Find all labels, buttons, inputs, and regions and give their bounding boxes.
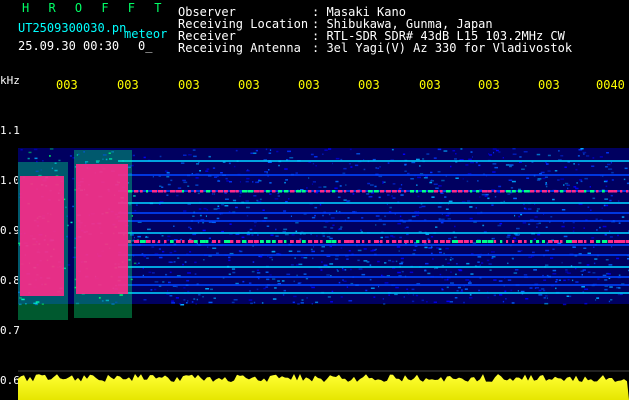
time-tick: 003 [117, 78, 139, 92]
spectrogram [18, 148, 629, 400]
level-bar [18, 374, 629, 400]
time-tick: 0040 [596, 78, 625, 92]
freq-tick-label: 1.0 [0, 174, 20, 187]
field-label-antenna: Receiving Antenna [178, 41, 301, 55]
filename-label: UT2509300030.pn [18, 21, 127, 35]
meteor-bursts [18, 150, 132, 320]
freq-tick-label: 0.7 [0, 324, 20, 337]
field-value-antenna: : 3el Yagi(V) Az 330 for Vladivostok [312, 41, 573, 55]
axis-unit-label: kHz [0, 74, 20, 87]
time-tick: 003 [298, 78, 320, 92]
freq-tick-label: 0.8 [0, 274, 20, 287]
freq-tick-label: 1.1 [0, 124, 20, 137]
freq-tick-label: 0.6 [0, 374, 20, 387]
time-tick: 003 [419, 78, 441, 92]
time-tick: 003 [178, 78, 200, 92]
time-tick: 003 [238, 78, 260, 92]
datetime-label: 25.09.30 00:30 [18, 39, 120, 53]
time-tick: 003 [478, 78, 500, 92]
time-tick: 003 [538, 78, 560, 92]
app-brand: H R O F F T [22, 1, 168, 15]
time-tick: 003 [56, 78, 78, 92]
time-tick: 003 [358, 78, 380, 92]
meteor-count: 0_ [138, 39, 153, 53]
freq-tick-label: 0.9 [0, 224, 20, 237]
